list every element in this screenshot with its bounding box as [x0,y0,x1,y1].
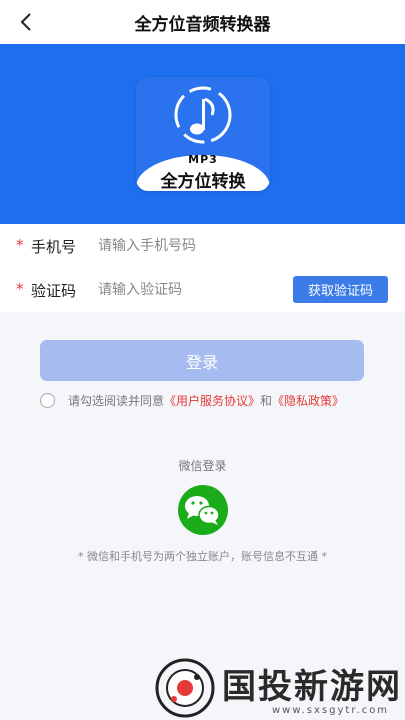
terms-link[interactable]: 《用户服务协议》 [164,394,260,408]
login-button[interactable]: 登录 [40,340,364,381]
wechat-login-button[interactable] [171,485,235,535]
music-note-icon [174,86,232,144]
wechat-login-label: 微信登录 [178,459,227,473]
watermark-url: www.sxsgytr.com [272,705,390,716]
app-icon-badge: MP3 [188,153,218,166]
code-row: * 验证码 获取验证码 [0,268,405,312]
agreement-text: 请勾选阅读并同意《用户服务协议》和《隐私政策》 [68,392,344,409]
agree-radio[interactable] [40,393,55,408]
required-mark: * [16,236,24,254]
watermark-logo-icon [155,658,215,718]
code-label: 验证码 [31,282,77,300]
get-code-button[interactable]: 获取验证码 [293,276,388,303]
app-header: 全方位音频转换器 [0,0,405,44]
wechat-icon [178,485,228,535]
watermark: 国投新游网 www.sxsgytr.com [154,657,405,720]
app-icon-name: 全方位转换 [160,172,246,191]
account-note: * 微信和手机号为两个独立账户，账号信息不互通 * [78,550,327,563]
code-input[interactable] [98,278,278,302]
app-icon: MP3 全方位转换 [136,77,270,191]
banner: MP3 全方位转换 [0,44,405,224]
agreement: 请勾选阅读并同意《用户服务协议》和《隐私政策》 [40,392,380,410]
page-title: 全方位音频转换器 [134,15,271,35]
agreement-and: 和 [260,394,273,408]
agreement-prefix: 请勾选阅读并同意 [68,394,165,408]
phone-label: 手机号 [31,238,77,256]
watermark-name: 国投新游网 [222,667,402,707]
privacy-link[interactable]: 《隐私政策》 [272,394,344,408]
phone-row: * 手机号 [0,224,405,269]
required-mark: * [16,280,24,298]
phone-input[interactable] [98,234,278,258]
